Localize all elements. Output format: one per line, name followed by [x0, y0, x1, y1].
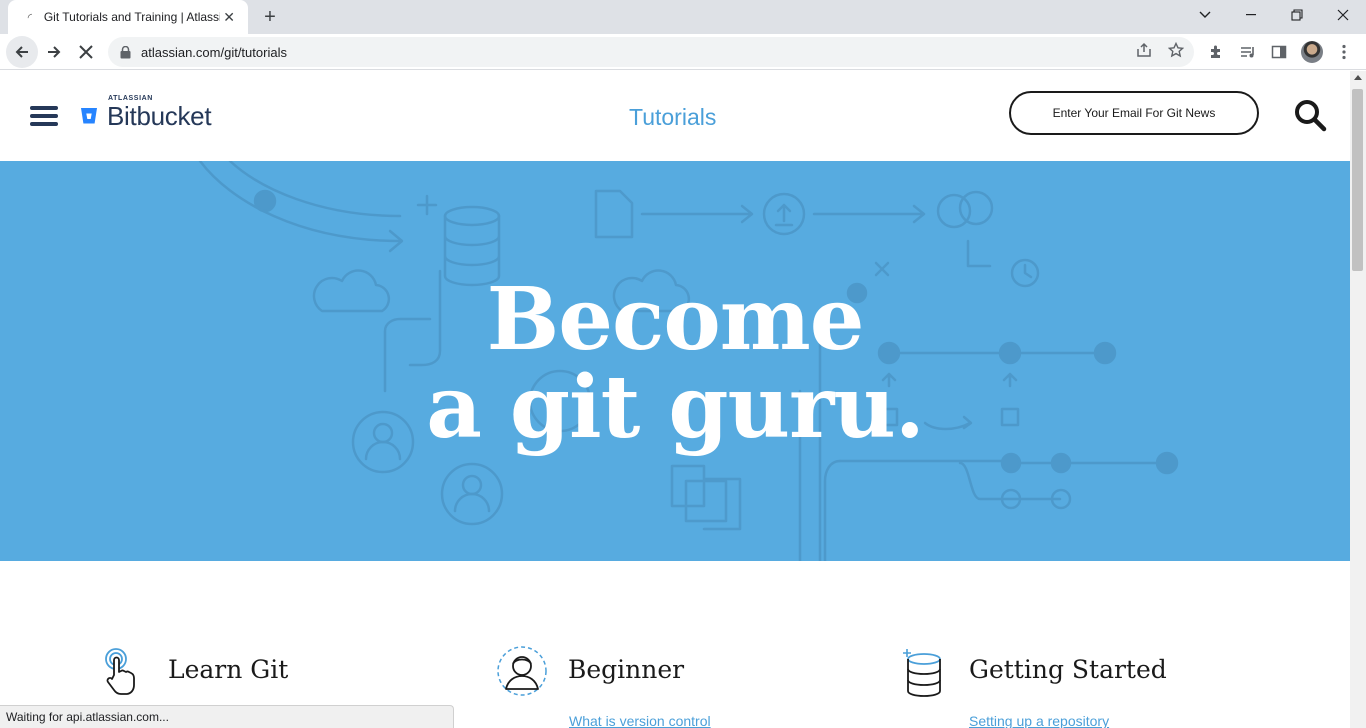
category-title[interactable]: Getting Started — [969, 655, 1167, 684]
tab-search-chevron-icon[interactable] — [1182, 0, 1228, 30]
site-header: ATLASSIAN Bitbucket Tutorials Enter Your… — [0, 71, 1350, 161]
status-bar: Waiting for api.atlassian.com... — [0, 705, 454, 728]
touch-hand-icon — [105, 648, 135, 695]
url-text: atlassian.com/git/tutorials — [141, 44, 287, 60]
hero-headline-line2: a git guru. — [426, 357, 925, 458]
media-queue-icon[interactable] — [1237, 41, 1259, 63]
category-title[interactable]: Learn Git — [168, 655, 288, 684]
extensions-puzzle-icon[interactable] — [1205, 41, 1227, 63]
scroll-up-arrow-icon[interactable] — [1354, 75, 1362, 80]
category-title[interactable]: Beginner — [568, 655, 684, 684]
tab-title: Git Tutorials and Training | Atlassian — [43, 10, 221, 24]
hero-banner: Become a git guru. — [0, 161, 1350, 561]
category-link[interactable]: What is version control — [569, 713, 711, 728]
nav-tutorials-link[interactable]: Tutorials — [629, 104, 716, 131]
page-viewport: ATLASSIAN Bitbucket Tutorials Enter Your… — [0, 71, 1350, 728]
lock-icon — [120, 45, 131, 58]
logo-bitbucket-text: Bitbucket — [107, 101, 212, 131]
database-icon — [903, 649, 941, 697]
person-icon — [497, 646, 547, 696]
stop-icon — [79, 45, 93, 59]
new-tab-button[interactable]: + — [258, 5, 282, 29]
forward-arrow-icon — [48, 46, 61, 58]
stop-loading-button[interactable] — [70, 36, 102, 68]
browser-tab[interactable]: ◜ Git Tutorials and Training | Atlassian… — [8, 0, 248, 34]
share-icon[interactable] — [1134, 40, 1154, 60]
close-window-button[interactable] — [1320, 0, 1366, 30]
hamburger-menu-icon[interactable] — [30, 106, 58, 126]
scrollbar-thumb[interactable] — [1352, 89, 1363, 271]
browser-tabstrip: ◜ Git Tutorials and Training | Atlassian… — [0, 0, 1366, 34]
address-bar[interactable]: atlassian.com/git/tutorials — [108, 37, 1194, 67]
bitbucket-mark-icon — [81, 108, 97, 124]
email-signup-button[interactable]: Enter Your Email For Git News — [1009, 91, 1259, 135]
profile-avatar[interactable] — [1301, 41, 1323, 63]
category-link[interactable]: Setting up a repository — [969, 713, 1109, 728]
loading-favicon-icon: ◜ — [27, 11, 33, 24]
side-panel-icon[interactable] — [1268, 41, 1290, 63]
back-arrow-icon — [15, 46, 28, 58]
back-button[interactable] — [6, 36, 38, 68]
restore-button[interactable] — [1274, 0, 1320, 30]
minimize-button[interactable] — [1228, 0, 1274, 30]
search-icon[interactable] — [1293, 98, 1327, 132]
hero-headline-line1: Become — [486, 269, 865, 370]
menu-kebab-icon[interactable] — [1333, 41, 1355, 63]
forward-button[interactable] — [38, 36, 70, 68]
browser-toolbar: atlassian.com/git/tutorials — [0, 34, 1366, 70]
page-scrollbar[interactable] — [1350, 71, 1366, 728]
tab-close-icon[interactable]: ✕ — [220, 8, 238, 26]
bookmark-star-icon[interactable] — [1166, 40, 1186, 60]
